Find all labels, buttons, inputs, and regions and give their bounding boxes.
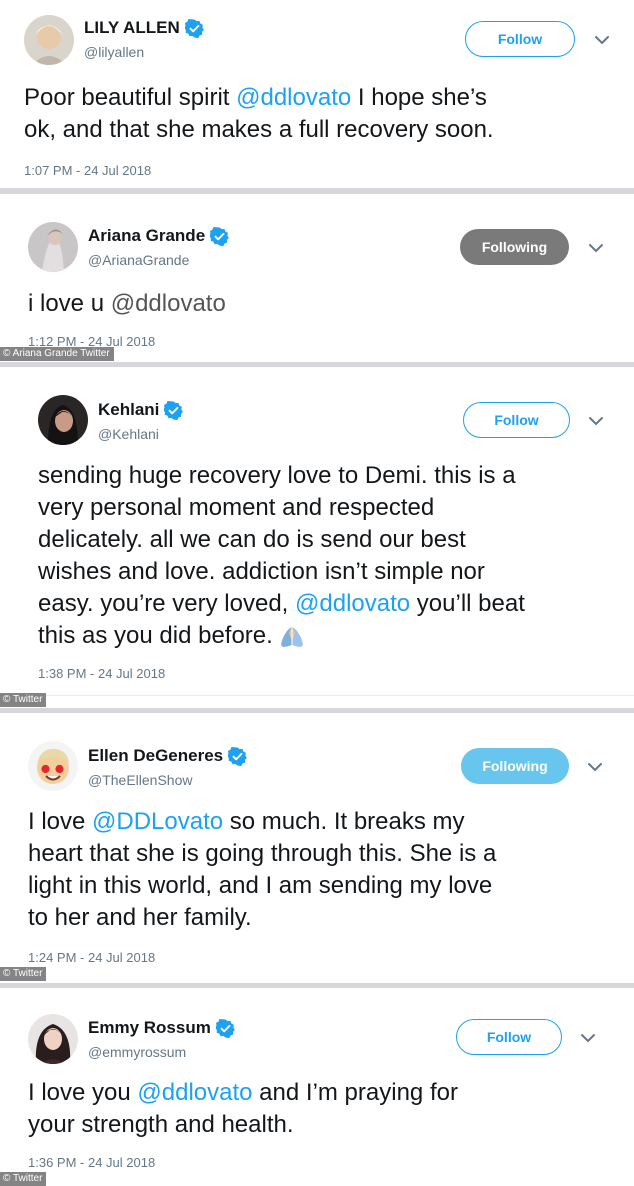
following-button[interactable]: Following xyxy=(461,748,569,784)
text-line: to her and her family. xyxy=(28,904,252,931)
text-part: you’ll beat xyxy=(410,590,525,617)
handle[interactable]: @emmyrossum xyxy=(88,1044,186,1060)
chevron-down-icon[interactable] xyxy=(587,242,605,254)
text-part: this as you did before. xyxy=(38,622,280,649)
timestamp[interactable]: 1:38 PM - 24 Jul 2018 xyxy=(38,666,165,681)
text-line: light in this world, and I am sending my… xyxy=(28,872,493,899)
photo-credit: © Twitter xyxy=(0,1172,47,1186)
handle[interactable]: @TheEllenShow xyxy=(88,772,193,788)
handle[interactable]: @Kehlani xyxy=(98,426,159,442)
praying-hands-emoji xyxy=(279,625,305,649)
timestamp[interactable]: 1:36 PM - 24 Jul 2018 xyxy=(28,1155,155,1170)
display-name-text: Ellen DeGeneres xyxy=(88,746,224,765)
display-name[interactable]: Kehlani xyxy=(98,400,184,420)
display-name-text: LILY ALLEN xyxy=(84,18,180,37)
mention-link[interactable]: @ddlovato xyxy=(236,84,351,111)
text-part: ok, and that she makes a full recovery s… xyxy=(24,116,494,143)
mention-link[interactable]: @DDLovato xyxy=(92,808,223,835)
avatar-ellen-degeneres[interactable] xyxy=(28,741,78,791)
display-name[interactable]: LILY ALLEN xyxy=(84,18,204,38)
photo-credit: © Twitter xyxy=(0,967,47,981)
display-name[interactable]: Ariana Grande xyxy=(88,226,230,246)
display-name-text: Emmy Rossum xyxy=(88,1018,211,1037)
text-part: I hope she’s xyxy=(351,84,487,111)
text-line: your strength and health. xyxy=(28,1111,294,1138)
tweet-text: i love u @ddlovato xyxy=(28,288,618,320)
tweet-text: I love you @ddlovato and I’m praying for… xyxy=(28,1077,628,1141)
tweet-kehlani: Kehlani @Kehlani Follow sending huge rec… xyxy=(0,367,634,708)
text-part: Poor beautiful spirit xyxy=(24,84,237,111)
follow-button[interactable]: Follow xyxy=(456,1019,562,1055)
verified-badge-icon xyxy=(228,746,248,766)
display-name-text: Kehlani xyxy=(98,400,160,419)
text-part: I love you xyxy=(28,1079,138,1106)
tweet-lily-allen: LILY ALLEN @lilyallen Follow Poor beauti… xyxy=(0,0,634,188)
timestamp[interactable]: 1:24 PM - 24 Jul 2018 xyxy=(28,950,155,965)
avatar-emmy-rossum[interactable] xyxy=(28,1014,78,1064)
text-part: i love u xyxy=(28,290,111,317)
chevron-down-icon[interactable] xyxy=(586,761,604,773)
mention-link[interactable]: @ddlovato xyxy=(137,1079,252,1106)
text-line: delicately. all we can do is send our be… xyxy=(38,526,466,553)
text-line: very personal moment and respected xyxy=(38,494,435,521)
avatar-lily-allen[interactable] xyxy=(24,15,74,65)
text-part: easy. you’re very loved, xyxy=(38,590,296,617)
follow-button[interactable]: Follow xyxy=(465,21,575,57)
photo-credit: © Twitter xyxy=(0,693,47,707)
mention-link[interactable]: @ddlovato xyxy=(111,290,226,317)
verified-badge-icon xyxy=(164,400,184,420)
handle[interactable]: @lilyallen xyxy=(84,44,144,60)
chevron-down-icon[interactable] xyxy=(579,1032,597,1044)
display-name[interactable]: Ellen DeGeneres xyxy=(88,746,248,766)
mention-link[interactable]: @ddlovato xyxy=(295,590,410,617)
avatar-kehlani[interactable] xyxy=(38,395,88,445)
text-part: and I’m praying for xyxy=(252,1079,458,1106)
verified-badge-icon xyxy=(210,226,230,246)
display-name[interactable]: Emmy Rossum xyxy=(88,1018,235,1038)
photo-credit: © Ariana Grande Twitter xyxy=(0,347,114,361)
verified-badge-icon xyxy=(215,1018,235,1038)
tweet-emmy-rossum: Emmy Rossum @emmyrossum Follow I love yo… xyxy=(0,988,634,1186)
verified-badge-icon xyxy=(184,18,204,38)
text-line: sending huge recovery love to Demi. this… xyxy=(38,462,516,489)
timestamp[interactable]: 1:07 PM - 24 Jul 2018 xyxy=(24,163,151,178)
chevron-down-icon[interactable] xyxy=(587,415,605,427)
tweet-ariana-grande: Ariana Grande @ArianaGrande Following i … xyxy=(0,194,634,362)
text-line: heart that she is going through this. Sh… xyxy=(28,840,497,867)
text-part: so much. It breaks my xyxy=(223,808,465,835)
following-button[interactable]: Following xyxy=(460,229,569,265)
tweet-ellen-degeneres: Ellen DeGeneres @TheEllenShow Following … xyxy=(0,713,634,983)
tweet-text: Poor beautiful spirit @ddlovato I hope s… xyxy=(24,82,624,146)
text-line: wishes and love. addiction isn’t simple … xyxy=(38,558,485,585)
tweet-text: sending huge recovery love to Demi. this… xyxy=(38,460,628,652)
follow-button[interactable]: Follow xyxy=(463,402,570,438)
text-part: I love xyxy=(28,808,93,835)
tweet-text: I love @DDLovato so much. It breaks my h… xyxy=(28,806,628,934)
chevron-down-icon[interactable] xyxy=(593,34,611,46)
handle[interactable]: @ArianaGrande xyxy=(88,252,189,268)
display-name-text: Ariana Grande xyxy=(88,226,206,245)
avatar-ariana-grande[interactable] xyxy=(28,222,78,272)
tweet-divider xyxy=(0,695,634,696)
